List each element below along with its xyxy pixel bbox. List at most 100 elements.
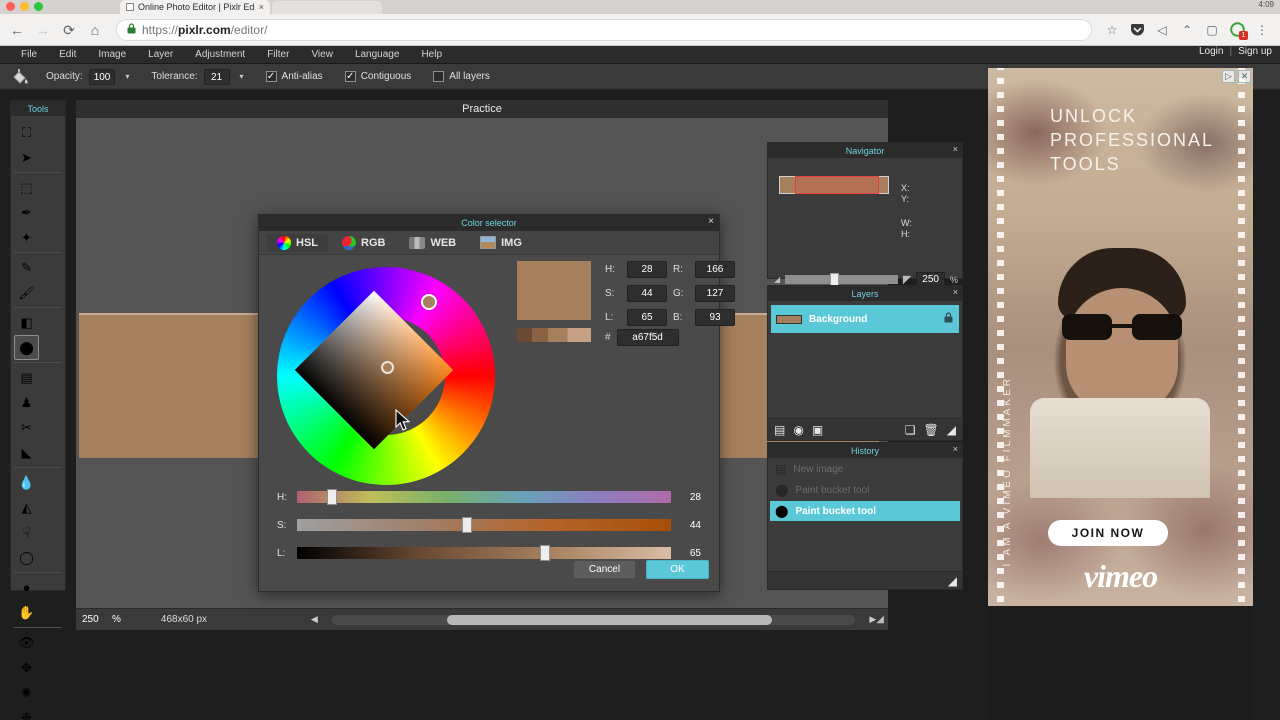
alllayers-checkbox[interactable]: All layers <box>433 71 490 82</box>
resize-grip-icon[interactable]: ◢ <box>876 614 888 625</box>
clone-stamp-tool[interactable]: ♟ <box>14 390 39 415</box>
b-field[interactable]: 93 <box>695 309 735 326</box>
hue-marker[interactable] <box>421 294 437 310</box>
drawing-tool[interactable]: ◣ <box>14 440 39 465</box>
home-icon[interactable]: ⌂ <box>86 21 104 39</box>
history-row[interactable]: ⬤Paint bucket tool <box>770 480 960 500</box>
ok-button[interactable]: OK <box>646 560 709 579</box>
navigator-viewport-rect[interactable] <box>795 176 879 194</box>
history-row[interactable]: ⬤Paint bucket tool <box>770 501 960 521</box>
bookmark-star-icon[interactable]: ☆ <box>1104 22 1120 38</box>
r-field[interactable]: 166 <box>695 261 735 278</box>
history-close-icon[interactable]: × <box>953 444 958 454</box>
bloat-tool[interactable]: ✺ <box>14 680 39 705</box>
menu-image[interactable]: Image <box>87 46 137 64</box>
s-field[interactable]: 44 <box>627 285 667 302</box>
browser-tab-active[interactable]: Online Photo Editor | Pixlr Edi × <box>120 0 270 14</box>
slider-row-h[interactable]: H:28 <box>277 491 701 503</box>
g-field[interactable]: 127 <box>695 285 735 302</box>
menu-help[interactable]: Help <box>410 46 453 64</box>
burn-tool[interactable]: ✋ <box>14 600 39 625</box>
duplicate-layer-icon[interactable]: ❏ <box>905 423 916 437</box>
slider-track[interactable] <box>297 519 671 531</box>
slider-knob[interactable] <box>540 545 550 561</box>
window-icon[interactable]: ▢ <box>1204 22 1220 38</box>
pencil-tool[interactable]: ✎ <box>14 255 39 280</box>
blur-tool[interactable]: 💧 <box>14 470 39 495</box>
layer-row-background[interactable]: Background <box>771 305 959 333</box>
color-wheel-area[interactable] <box>265 261 519 491</box>
layer-settings-icon[interactable]: ▤ <box>774 423 785 437</box>
tolerance-control[interactable]: Tolerance: 21 ▾ <box>145 67 253 87</box>
sharpen-tool[interactable]: ◭ <box>14 495 39 520</box>
add-layer-icon[interactable]: ▣ <box>812 423 823 437</box>
contiguous-checkbox[interactable]: ✓ Contiguous <box>345 71 412 82</box>
ad-close-icon[interactable]: ✕ <box>1238 70 1251 83</box>
smudge-tool[interactable]: ☟ <box>14 520 39 545</box>
status-zoom-value[interactable]: 250 <box>82 614 112 625</box>
opacity-chevron-down-icon[interactable]: ▾ <box>115 72 139 81</box>
tab-rgb[interactable]: RGB <box>332 234 395 252</box>
red-eye-tool[interactable]: 👁 <box>14 630 39 655</box>
color-dialog-titlebar[interactable]: Color selector × <box>259 215 719 231</box>
recent-colors-strip[interactable] <box>517 328 591 342</box>
layers-resize-grip-icon[interactable]: ◢ <box>947 423 956 437</box>
layers-close-icon[interactable]: × <box>953 287 958 297</box>
menu-layer[interactable]: Layer <box>137 46 184 64</box>
maximize-window-button[interactable] <box>34 2 43 11</box>
l-field[interactable]: 65 <box>627 309 667 326</box>
scroll-right-icon[interactable]: ▶ <box>869 614 876 625</box>
wand-select-tool[interactable]: ✦ <box>14 225 39 250</box>
gradient-tool[interactable]: ▤ <box>14 365 39 390</box>
adblock-icon[interactable]: 1 <box>1229 22 1245 38</box>
signup-link[interactable]: Sign up <box>1238 46 1272 57</box>
menu-edit[interactable]: Edit <box>48 46 87 64</box>
marquee-select-tool[interactable]: ⬚ <box>14 175 39 200</box>
login-link[interactable]: Login <box>1199 46 1223 57</box>
slider-track[interactable] <box>297 491 671 503</box>
address-bar[interactable]: https://pixlr.com/editor/ <box>116 19 1092 41</box>
cast-icon[interactable]: ◁ <box>1154 22 1170 38</box>
opacity-value[interactable]: 100 <box>89 69 116 85</box>
minimize-window-button[interactable] <box>20 2 29 11</box>
layer-mask-icon[interactable]: ◉ <box>793 423 803 437</box>
navigator-zoom-slider[interactable] <box>785 275 898 284</box>
spot-heal-tool[interactable]: ✥ <box>14 655 39 680</box>
horizontal-scrollbar[interactable] <box>332 615 856 625</box>
history-row[interactable]: ▤New image <box>770 459 960 479</box>
dodge-tool[interactable]: ● <box>14 575 39 600</box>
tab-web[interactable]: WEB <box>399 235 466 251</box>
tab-close-icon[interactable]: × <box>259 2 264 12</box>
sponge-tool[interactable]: ◯ <box>14 545 39 570</box>
paint-bucket-tool[interactable]: ⬤ <box>14 335 39 360</box>
advertisement-banner[interactable]: UNLOCK PROFESSIONAL TOOLS I AM A VIMEO F… <box>988 68 1253 606</box>
menu-file[interactable]: File <box>10 46 48 64</box>
join-now-button[interactable]: JOIN NOW <box>1048 520 1168 546</box>
scroll-left-icon[interactable]: ◀ <box>311 614 318 625</box>
slider-row-l[interactable]: L:65 <box>277 547 701 559</box>
scrollbar-thumb[interactable] <box>447 615 772 625</box>
document-tab-practice[interactable]: Practice <box>462 103 502 115</box>
close-window-button[interactable] <box>6 2 15 11</box>
color-selector-dialog[interactable]: Color selector × HSL RGB WEB I <box>258 214 720 592</box>
ad-info-icon[interactable]: ▷ <box>1222 70 1235 83</box>
eraser-tool[interactable]: ◧ <box>14 310 39 335</box>
cancel-button[interactable]: Cancel <box>573 560 636 579</box>
reload-icon[interactable]: ⟳ <box>60 21 78 39</box>
lock-icon[interactable] <box>944 312 953 326</box>
back-icon[interactable]: ← <box>8 21 26 39</box>
delete-layer-icon[interactable]: 🗑 <box>924 423 939 437</box>
pinch-tool[interactable]: ❉ <box>14 705 39 720</box>
browser-tab-inactive[interactable] <box>272 1 382 14</box>
slider-knob[interactable] <box>462 517 472 533</box>
window-controls[interactable] <box>6 2 43 11</box>
h-field[interactable]: 28 <box>627 261 667 278</box>
lasso-tool[interactable]: ✒ <box>14 200 39 225</box>
tolerance-chevron-down-icon[interactable]: ▾ <box>230 72 254 81</box>
color-dialog-close-icon[interactable]: × <box>708 216 714 227</box>
brush-tool[interactable]: 🖌 <box>14 280 39 305</box>
opacity-control[interactable]: Opacity: 100 ▾ <box>40 67 139 87</box>
crop-tool[interactable]: ⛶ <box>14 120 39 145</box>
menu-filter[interactable]: Filter <box>256 46 300 64</box>
tab-hsl[interactable]: HSL <box>267 234 328 252</box>
